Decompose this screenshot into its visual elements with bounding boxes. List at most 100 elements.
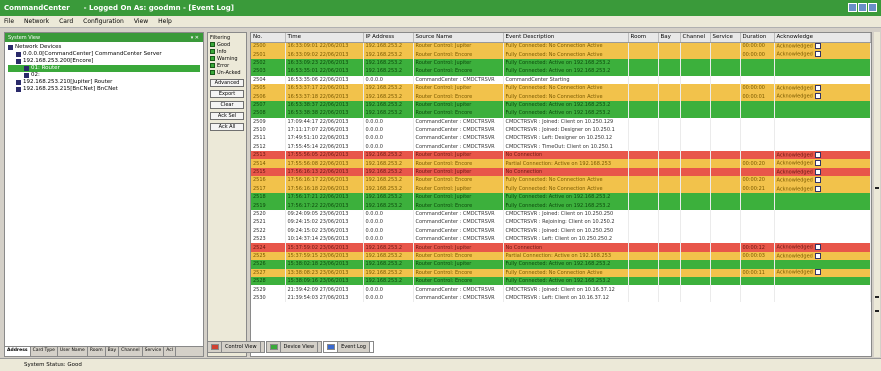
bottom-tab[interactable]: Event Log xyxy=(323,341,374,353)
menu-file[interactable]: File xyxy=(4,18,14,25)
filter-checkbox[interactable] xyxy=(210,70,215,75)
cell-text: 0.0.0.0 xyxy=(365,286,384,293)
tree-item[interactable]: 192.168.253.200[Encore] xyxy=(8,58,200,65)
table-row[interactable]: 2519 17:56:17:22 22/06/2013 192.168.253.2 R… xyxy=(251,201,871,210)
filter-button[interactable]: Ack All xyxy=(210,123,244,131)
menu-card[interactable]: Card xyxy=(59,18,73,25)
filter-button[interactable]: Clear xyxy=(210,101,244,109)
column-header[interactable]: Bay xyxy=(658,33,681,43)
acknowledge-button[interactable] xyxy=(814,185,821,192)
menu-help[interactable]: Help xyxy=(158,18,172,25)
table-row[interactable]: 2500 16:33:09:01 22/06/2013 192.168.253.2 R… xyxy=(251,42,871,51)
acknowledge-button[interactable] xyxy=(814,51,821,58)
column-header[interactable]: Channel xyxy=(680,33,711,43)
table-row[interactable]: 2529 21:39:42:09 27/06/2013 0.0.0.0 Command… xyxy=(251,285,871,294)
menu-network[interactable]: Network xyxy=(24,18,49,25)
table-row[interactable]: 2503 16:53:35:01 22/06/2013 192.168.253.2 R… xyxy=(251,67,871,76)
maximize-button[interactable] xyxy=(858,3,867,12)
acknowledge-button[interactable] xyxy=(814,43,821,50)
table-row[interactable]: 2530 21:39:54:03 27/06/2013 0.0.0.0 Command… xyxy=(251,293,871,303)
sidebar-tab[interactable]: Room xyxy=(88,347,106,356)
bottom-tab[interactable]: Control View xyxy=(207,341,265,353)
filter-option[interactable]: Good xyxy=(210,41,244,48)
tree-item[interactable]: Network Devices xyxy=(8,44,200,51)
column-header[interactable]: Event Description xyxy=(503,33,629,43)
filter-option[interactable]: Un-Acked xyxy=(210,69,244,76)
table-row[interactable]: 2506 16:53:37:18 22/06/2013 192.168.253.2 R… xyxy=(251,92,871,101)
table-row[interactable]: 2525 15:37:59:15 23/06/2013 192.168.253.2 R… xyxy=(251,251,871,261)
menu-configuration[interactable]: Configuration xyxy=(83,18,124,25)
tree-item[interactable]: 02: xyxy=(8,72,200,79)
table-row[interactable]: 2509 17:09:44:17 22/06/2013 0.0.0.0 Command… xyxy=(251,117,871,126)
sidebar-tab[interactable]: User Name xyxy=(58,347,88,356)
table-row[interactable]: 2511 17:49:51:10 22/06/2013 0.0.0.0 Command… xyxy=(251,134,871,143)
acknowledge-button[interactable] xyxy=(814,168,821,175)
sidebar-tab[interactable]: Service xyxy=(143,347,165,356)
acknowledge-button[interactable] xyxy=(814,93,821,100)
filter-checkbox[interactable] xyxy=(210,49,215,54)
pin-icon[interactable]: ▾ ✕ xyxy=(191,35,199,41)
table-row[interactable]: 2518 17:56:17:21 22/06/2013 192.168.253.2 R… xyxy=(251,193,871,202)
table-row[interactable]: 2526 15:38:02:18 23/06/2013 192.168.253.2 R… xyxy=(251,260,871,269)
acknowledge-button[interactable] xyxy=(814,269,821,276)
column-header[interactable]: Time xyxy=(285,33,364,43)
column-header[interactable]: No. xyxy=(251,33,286,43)
table-row[interactable]: 2520 09:24:09:05 23/06/2013 0.0.0.0 Command… xyxy=(251,209,871,219)
column-header[interactable]: Duration xyxy=(740,33,775,43)
table-row[interactable]: 2513 17:55:56:05 22/06/2013 192.168.253.2 R… xyxy=(251,151,871,160)
table-row[interactable]: 2512 17:55:45:14 22/06/2013 0.0.0.0 Command… xyxy=(251,142,871,152)
table-row[interactable]: 2505 16:53:37:17 22/06/2013 192.168.253.2 R… xyxy=(251,83,871,93)
close-button[interactable] xyxy=(868,3,877,12)
table-row[interactable]: 2507 16:53:38:37 22/06/2013 192.168.253.2 R… xyxy=(251,100,871,110)
menu-view[interactable]: View xyxy=(134,18,148,25)
table-row[interactable]: 2501 16:33:09:02 22/06/2013 192.168.253.2 R… xyxy=(251,50,871,59)
table-row[interactable]: 2523 10:14:37:14 23/06/2013 0.0.0.0 Command… xyxy=(251,234,871,244)
table-row[interactable]: 2524 15:37:59:02 23/06/2013 192.168.253.2 R… xyxy=(251,243,871,252)
table-row[interactable]: 2521 09:24:15:02 23/06/2013 0.0.0.0 Command… xyxy=(251,218,871,227)
table-row[interactable]: 2528 15:38:09:16 23/06/2013 192.168.253.2 R… xyxy=(251,276,871,286)
table-row[interactable]: 2502 16:33:09:23 22/06/2013 192.168.253.2 R… xyxy=(251,58,871,68)
tree-item[interactable]: 01: Router xyxy=(8,65,200,72)
column-header[interactable]: Acknowledge xyxy=(774,33,871,43)
table-row[interactable]: 2514 17:55:56:08 22/06/2013 192.168.253.2 R… xyxy=(251,159,871,168)
tree-item[interactable]: 0.0.0.0[CommandCenter] CommandCenter Ser… xyxy=(8,51,200,58)
table-row[interactable]: 2508 16:53:38:38 22/06/2013 192.168.253.2 R… xyxy=(251,109,871,118)
sidebar-tab[interactable]: Channel xyxy=(119,347,143,356)
filter-option[interactable]: Error xyxy=(210,62,244,69)
filter-checkbox[interactable] xyxy=(210,42,215,47)
acknowledge-button[interactable] xyxy=(814,160,821,167)
filter-option[interactable]: Warning xyxy=(210,55,244,62)
column-header[interactable]: IP Address xyxy=(363,33,414,43)
column-header[interactable]: Room xyxy=(628,33,659,43)
table-row[interactable]: 2504 16:53:35:06 22/06/2013 0.0.0.0 Command… xyxy=(251,75,871,84)
table-row[interactable]: 2527 13:38:08:23 23/06/2013 192.168.253.2 R… xyxy=(251,268,871,277)
cell-text: Router Control: Encore xyxy=(415,269,473,276)
sidebar-tab[interactable]: Acl xyxy=(164,347,177,356)
acknowledge-button[interactable] xyxy=(814,84,821,91)
table-row[interactable]: 2522 09:24:15:02 23/06/2013 0.0.0.0 Command… xyxy=(251,226,871,235)
filter-checkbox[interactable] xyxy=(210,63,215,68)
acknowledge-button[interactable] xyxy=(814,152,821,159)
vertical-scrollbar[interactable] xyxy=(874,32,880,357)
table-row[interactable]: 2516 17:56:16:17 22/06/2013 192.168.253.2 R… xyxy=(251,176,871,185)
sidebar-tab[interactable]: Address xyxy=(5,347,31,356)
filter-button[interactable]: Advanced xyxy=(210,79,244,87)
tree-item[interactable]: 192.168.253.210[Jupiter] Router xyxy=(8,79,200,86)
column-header[interactable]: Source Name xyxy=(413,33,504,43)
bottom-tab[interactable]: Device View xyxy=(265,341,323,353)
acknowledge-button[interactable] xyxy=(814,244,821,251)
sidebar-tab[interactable]: Card Type xyxy=(31,347,58,356)
table-row[interactable]: 2515 17:56:16:13 22/06/2013 192.168.253.2 R… xyxy=(251,167,871,177)
minimize-button[interactable] xyxy=(848,3,857,12)
sidebar-tab[interactable]: Bay xyxy=(106,347,120,356)
table-row[interactable]: 2517 17:56:16:18 22/06/2013 192.168.253.2 R… xyxy=(251,184,871,194)
acknowledge-button[interactable] xyxy=(814,177,821,184)
table-row[interactable]: 2510 17:11:17:07 22/06/2013 0.0.0.0 Command… xyxy=(251,125,871,135)
tree-item[interactable]: 192.168.253.215[BnCNet] BnCNet xyxy=(8,86,200,93)
filter-option[interactable]: Info xyxy=(210,48,244,55)
filter-button[interactable]: Ack Sel xyxy=(210,112,244,120)
filter-checkbox[interactable] xyxy=(210,56,215,61)
filter-button[interactable]: Export xyxy=(210,90,244,98)
acknowledge-button[interactable] xyxy=(814,252,821,259)
column-header[interactable]: Service xyxy=(710,33,741,43)
